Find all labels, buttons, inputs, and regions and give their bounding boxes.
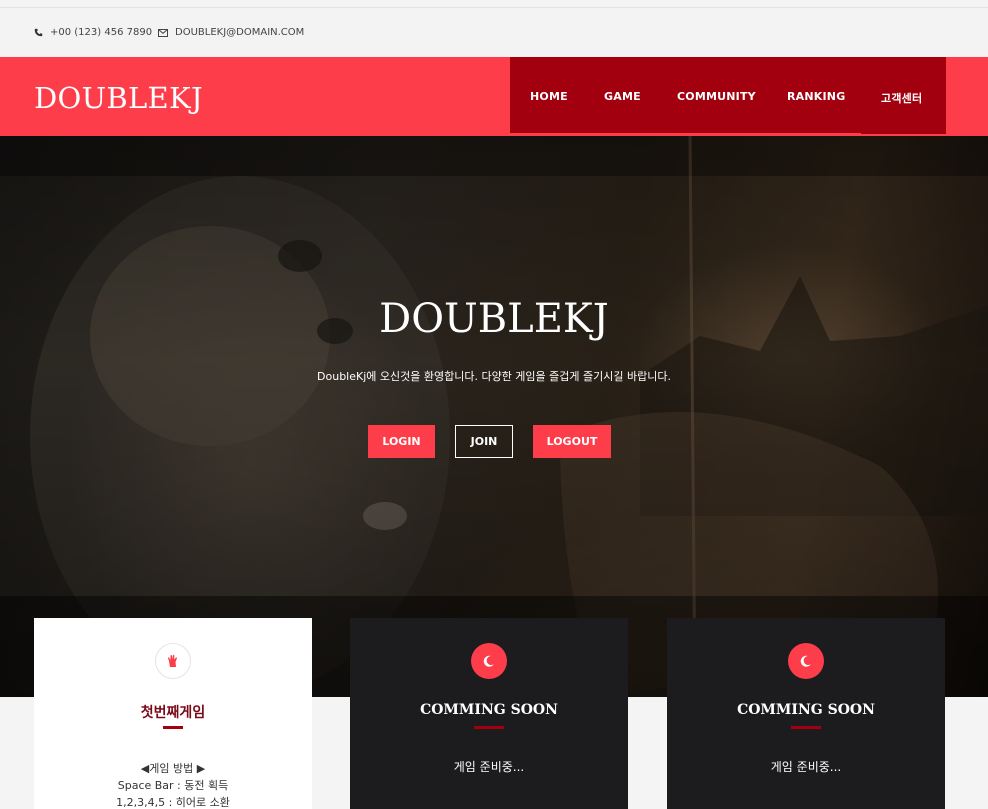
title-divider bbox=[474, 726, 504, 729]
card-status: 게임 준비중... bbox=[453, 760, 525, 774]
nav-underline bbox=[510, 133, 861, 135]
logout-button[interactable]: LOGOUT bbox=[533, 425, 611, 458]
hand-icon bbox=[155, 643, 191, 679]
phone-number: +00 (123) 456 7890 bbox=[50, 27, 153, 38]
moon-icon bbox=[471, 643, 507, 679]
phone-icon bbox=[34, 28, 43, 37]
title-divider bbox=[163, 726, 183, 729]
card-instructions: ◀게임 방법 ▶ Space Bar : 동전 획득 1,2,3,4,5 : 히… bbox=[34, 760, 312, 809]
nav-game[interactable]: GAME bbox=[604, 90, 641, 103]
hero-banner: DOUBLEKJ DoubleKj에 오신것을 환영합니다. 다양한 게임을 즐… bbox=[0, 136, 988, 697]
nav-home[interactable]: HOME bbox=[530, 90, 568, 103]
hero-title: DOUBLEKJ bbox=[379, 296, 609, 342]
card-title: COMMING SOON bbox=[737, 702, 875, 718]
card-title: 첫번째게임 bbox=[140, 705, 206, 721]
login-button[interactable]: LOGIN bbox=[368, 425, 435, 458]
nav-customer-center[interactable]: 고객센터 bbox=[881, 90, 922, 106]
instruction-line: Space Bar : 동전 획득 bbox=[117, 779, 229, 792]
main-nav: HOME GAME COMMUNITY RANKING 고객센터 bbox=[510, 57, 946, 135]
site-logo[interactable]: DOUBLEKJ bbox=[34, 81, 203, 115]
envelope-icon bbox=[158, 28, 168, 37]
hero-subtitle: DoubleKj에 오신것을 환영합니다. 다양한 게임을 즐겁게 즐기시길 바… bbox=[317, 370, 671, 383]
nav-community[interactable]: COMMUNITY bbox=[677, 90, 756, 103]
email-address: DOUBLEKJ@DOMAIN.COM bbox=[175, 27, 305, 38]
site-header: DOUBLEKJ HOME GAME COMMUNITY RANKING 고객센… bbox=[0, 57, 988, 136]
game-card-1[interactable]: 첫번째게임 ◀게임 방법 ▶ Space Bar : 동전 획득 1,2,3,4… bbox=[34, 618, 312, 809]
game-card-3[interactable]: COMMING SOON 게임 준비중... bbox=[667, 618, 945, 809]
phone-contact[interactable]: +00 (123) 456 7890 bbox=[34, 27, 152, 38]
page: +00 (123) 456 7890 DOUBLEKJ@DOMAIN.COM D… bbox=[0, 0, 988, 809]
card-status: 게임 준비중... bbox=[770, 760, 842, 774]
instruction-line: ◀게임 방법 ▶ bbox=[140, 762, 206, 775]
nav-ranking[interactable]: RANKING bbox=[787, 90, 845, 103]
game-card-2[interactable]: COMMING SOON 게임 준비중... bbox=[350, 618, 628, 809]
contact-bar: +00 (123) 456 7890 DOUBLEKJ@DOMAIN.COM bbox=[0, 7, 988, 57]
instruction-line: 1,2,3,4,5 : 히어로 소환 bbox=[116, 796, 230, 809]
title-divider bbox=[791, 726, 821, 729]
email-contact[interactable]: DOUBLEKJ@DOMAIN.COM bbox=[158, 27, 304, 38]
card-title: COMMING SOON bbox=[420, 702, 558, 718]
join-button[interactable]: JOIN bbox=[455, 425, 513, 458]
hero-overlay bbox=[0, 136, 988, 697]
moon-icon bbox=[788, 643, 824, 679]
